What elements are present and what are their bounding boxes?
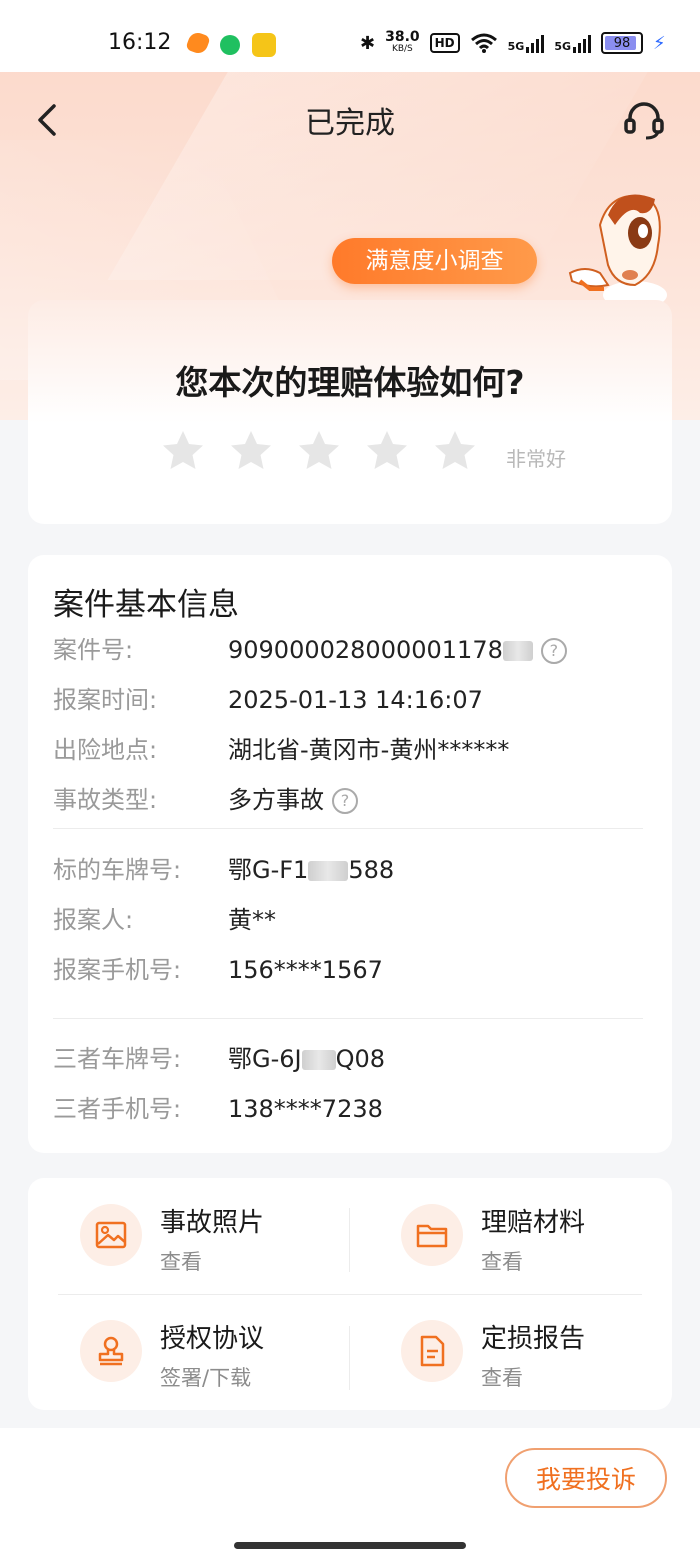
divider (53, 828, 643, 829)
status-indicators: ✱ 38.0 KB/S HD 5G 5G 98 ⚡ (360, 28, 666, 58)
claim-materials-button[interactable]: 理赔材料 查看 (371, 1182, 661, 1282)
authorization-agreement-button[interactable]: 授权协议 签署/下载 (50, 1298, 340, 1398)
actions-card: 事故照片 查看 理赔材料 查看 授权协议 签署/下载 定损报告 查看 (28, 1178, 672, 1410)
wifi-icon (470, 33, 497, 53)
document-icon (401, 1320, 463, 1382)
status-bar: 16:12 ✱ 38.0 KB/S HD 5G 5G 98 ⚡ (0, 0, 700, 72)
row-label: 出险地点: (53, 736, 158, 764)
row-label: 三者车牌号: (53, 1045, 182, 1073)
app-notification-icon (185, 30, 211, 56)
star-rating[interactable] (160, 428, 478, 474)
masked-text (308, 861, 349, 881)
masked-text (301, 1050, 336, 1070)
status-app-icons (185, 30, 276, 57)
help-icon[interactable]: ? (540, 638, 567, 664)
rating-question: 您本次的理赔体验如何? (175, 363, 525, 402)
bottom-bar: 我要投诉 (0, 1428, 700, 1563)
star-icon[interactable] (228, 428, 274, 474)
divider (53, 1018, 643, 1019)
bluetooth-icon: ✱ (360, 32, 376, 54)
divider (349, 1208, 350, 1272)
action-subtitle: 查看 (481, 1366, 523, 1390)
damage-report-button[interactable]: 定损报告 查看 (371, 1298, 661, 1398)
action-title: 事故照片 (160, 1208, 265, 1238)
complain-button[interactable]: 我要投诉 (505, 1448, 667, 1508)
row-value: 多方事故? (228, 783, 358, 817)
battery-icon: 98 (601, 32, 644, 54)
row-label: 事故类型: (53, 786, 158, 814)
rating-card: 您本次的理赔体验如何? 非常好 (28, 300, 672, 524)
row-value: 黄** (228, 906, 276, 934)
row-value: 2025-01-13 14:16:07 (228, 686, 483, 714)
row-value: 909000028000001178? (228, 633, 567, 667)
chat-app-icon (220, 35, 240, 55)
rating-label: 非常好 (506, 447, 566, 471)
row-value: 138****7238 (228, 1095, 383, 1123)
page-title: 已完成 (305, 106, 395, 141)
divider (58, 1294, 642, 1295)
image-icon (80, 1204, 142, 1266)
star-icon[interactable] (432, 428, 478, 474)
case-info-card: 案件基本信息 案件号: 909000028000001178? 报案时间: 20… (28, 555, 672, 1153)
charging-icon: ⚡ (653, 32, 666, 54)
row-value: 鄂G-F1 588 (228, 856, 395, 884)
divider (349, 1326, 350, 1390)
hd-badge: HD (429, 33, 460, 53)
action-subtitle: 查看 (481, 1250, 523, 1274)
folder-icon (401, 1204, 463, 1266)
car-app-icon (252, 33, 276, 57)
row-label: 报案人: (53, 906, 134, 934)
row-label: 标的车牌号: (53, 856, 182, 884)
star-icon[interactable] (364, 428, 410, 474)
row-value: 156****1567 (228, 956, 383, 984)
help-icon[interactable]: ? (332, 788, 358, 814)
action-subtitle: 签署/下载 (160, 1366, 252, 1390)
star-icon[interactable] (160, 428, 206, 474)
home-indicator[interactable] (234, 1542, 466, 1549)
row-label: 报案手机号: (53, 956, 182, 984)
signal-1: 5G (508, 33, 545, 53)
network-speed: 38.0 KB/S (385, 29, 420, 54)
masked-text (502, 641, 533, 661)
survey-tag: 满意度小调查 (332, 238, 537, 284)
row-label: 三者手机号: (53, 1095, 182, 1123)
horse-mascot (568, 194, 667, 309)
signal-2: 5G (554, 33, 592, 53)
star-icon[interactable] (296, 428, 342, 474)
headset-icon[interactable] (620, 96, 668, 144)
row-value: 鄂G-6J Q08 (228, 1045, 386, 1073)
action-title: 定损报告 (481, 1324, 586, 1354)
stamp-icon (80, 1320, 142, 1382)
action-title: 授权协议 (160, 1324, 265, 1354)
action-subtitle: 查看 (160, 1250, 202, 1274)
action-title: 理赔材料 (481, 1208, 586, 1238)
row-label: 案件号: (53, 636, 134, 664)
row-label: 报案时间: (53, 686, 158, 714)
case-info-title: 案件基本信息 (53, 587, 239, 623)
status-time: 16:12 (108, 30, 172, 55)
accident-photos-button[interactable]: 事故照片 查看 (50, 1182, 340, 1282)
row-value: 湖北省-黄冈市-黄州****** (228, 736, 510, 764)
